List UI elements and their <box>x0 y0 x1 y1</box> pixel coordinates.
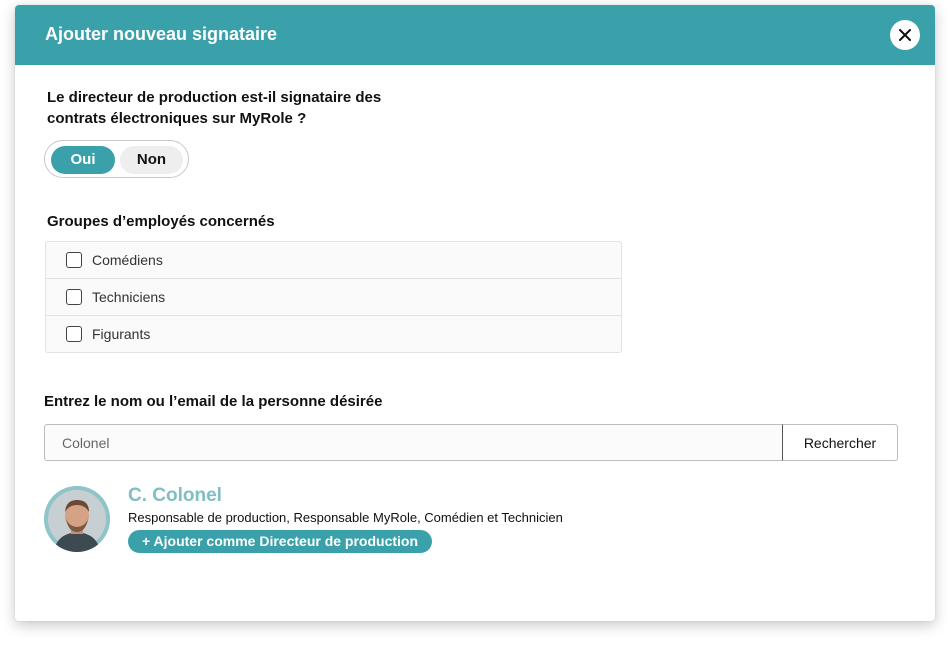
group-item-comediens[interactable]: Comédiens <box>46 242 621 279</box>
employee-groups-list: Comédiens Techniciens Figurants <box>45 241 622 353</box>
techniciens-checkbox[interactable] <box>66 289 82 305</box>
person-photo <box>44 486 110 552</box>
toggle-oui-button[interactable]: Oui <box>51 146 115 174</box>
search-label: Entrez le nom ou l’email de la personne … <box>44 393 383 410</box>
toggle-non-button[interactable]: Non <box>120 146 183 174</box>
signatory-question: Le directeur de production est-il signat… <box>47 89 382 127</box>
comediens-checkbox[interactable] <box>66 252 82 268</box>
search-button[interactable]: Rechercher <box>782 424 898 461</box>
person-name-link[interactable]: C. Colonel <box>128 485 222 507</box>
figurants-checkbox[interactable] <box>66 326 82 342</box>
person-search-input[interactable] <box>44 424 783 461</box>
modal-header: Ajouter nouveau signataire <box>15 5 935 65</box>
modal-title: Ajouter nouveau signataire <box>45 24 278 44</box>
group-label: Comédiens <box>92 252 163 268</box>
person-roles: Responsable de production, Responsable M… <box>128 510 563 525</box>
close-icon <box>899 29 911 41</box>
close-button[interactable] <box>890 20 920 50</box>
signatory-toggle: Oui Non <box>44 140 189 178</box>
group-label: Techniciens <box>92 289 166 305</box>
group-label: Figurants <box>92 326 151 342</box>
avatar <box>44 486 110 552</box>
add-signatory-modal: Ajouter nouveau signataire Le directeur … <box>15 5 935 621</box>
employee-groups-label: Groupes d’employés concernés <box>47 213 275 230</box>
add-as-production-director-button[interactable]: + Ajouter comme Directeur de production <box>128 530 433 553</box>
group-item-techniciens[interactable]: Techniciens <box>46 279 621 316</box>
group-item-figurants[interactable]: Figurants <box>46 316 621 352</box>
